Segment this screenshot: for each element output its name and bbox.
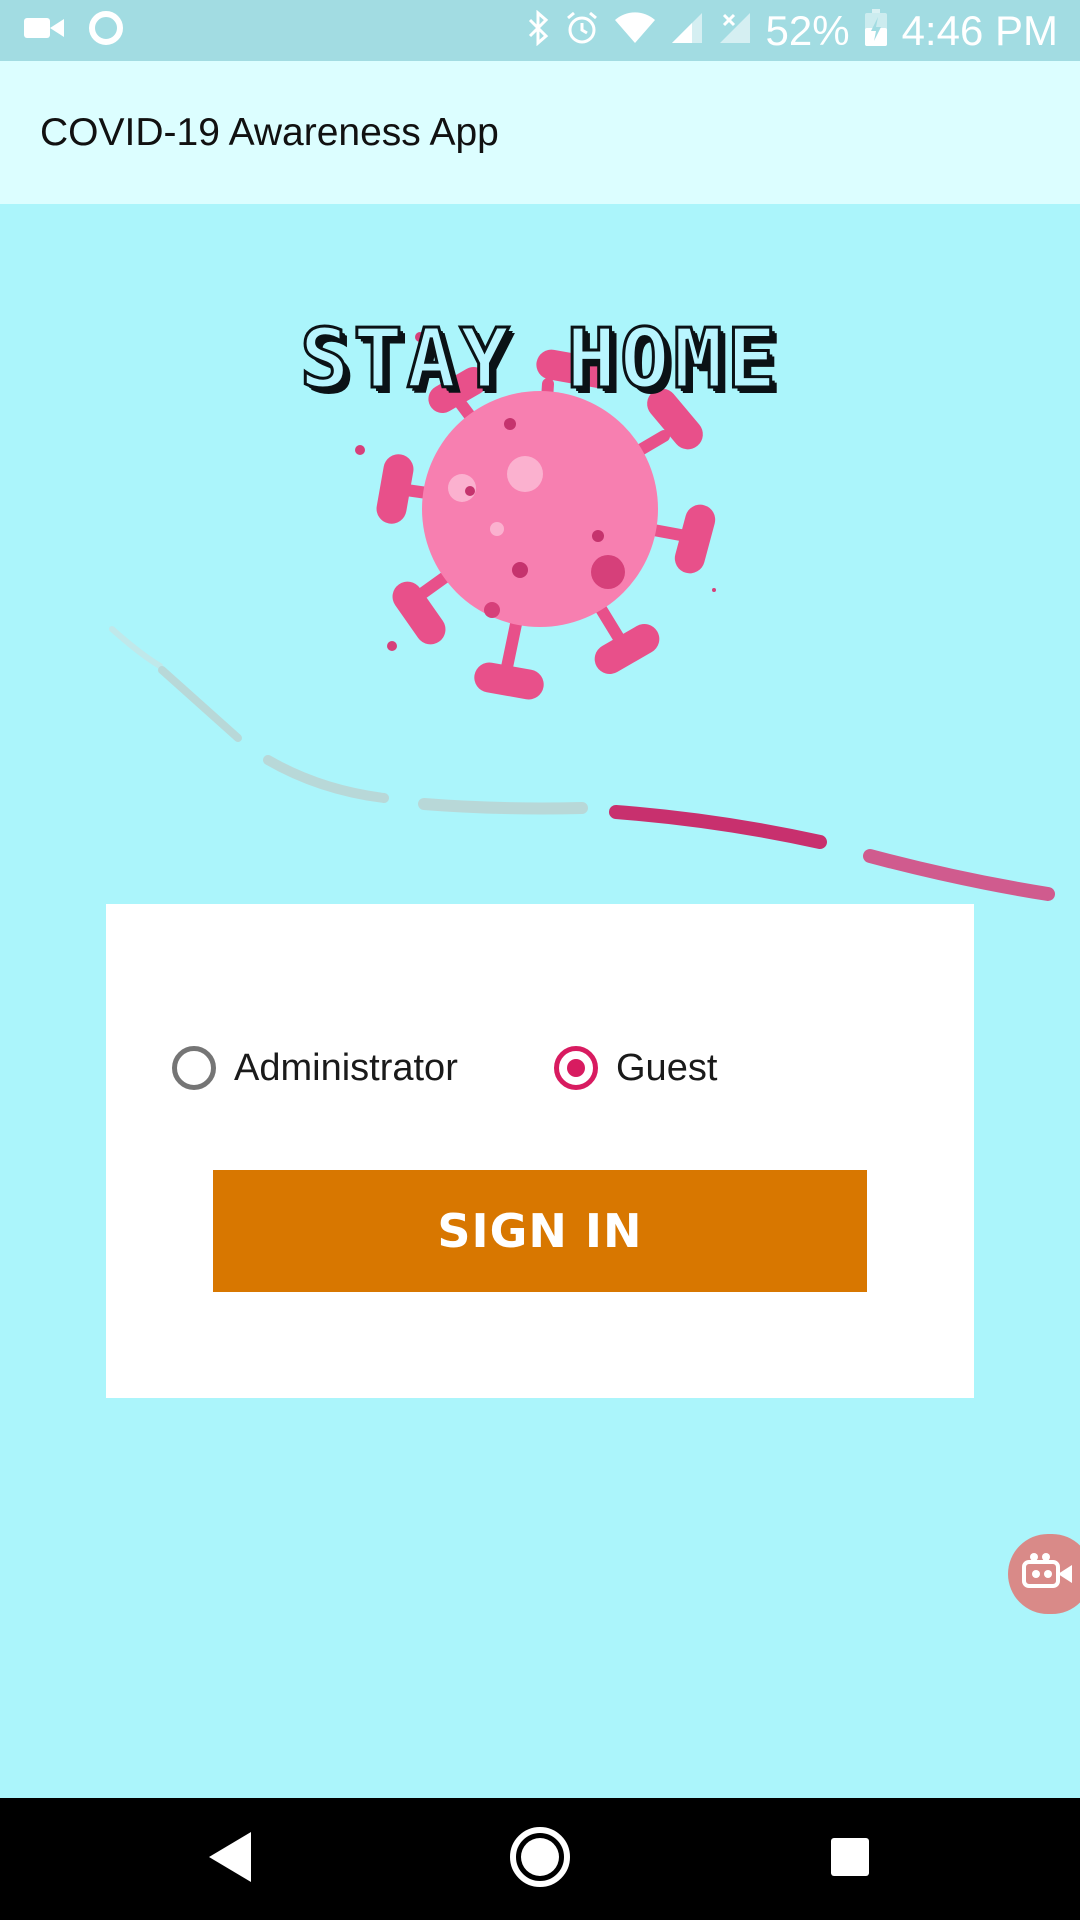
recents-icon	[828, 1835, 872, 1884]
video-camera-icon	[24, 14, 64, 47]
home-icon	[508, 1825, 572, 1894]
home-button[interactable]	[470, 1798, 610, 1920]
administrator-radio[interactable]: Administrator	[172, 1046, 458, 1090]
signal-no-sim-icon	[718, 11, 752, 50]
recents-button[interactable]	[780, 1798, 920, 1920]
screen-record-icon	[1022, 1552, 1074, 1597]
role-radio-group: Administrator Guest	[172, 1046, 912, 1106]
battery-icon	[864, 9, 888, 52]
back-icon	[205, 1830, 255, 1889]
wifi-icon	[614, 11, 656, 50]
signal-icon	[670, 11, 704, 50]
app-title: COVID-19 Awareness App	[40, 111, 499, 154]
circle-notification-icon	[88, 10, 124, 51]
navigation-bar	[0, 1798, 1080, 1920]
guest-radio-circle[interactable]	[554, 1046, 598, 1090]
guest-radio-label: Guest	[616, 1046, 718, 1089]
administrator-radio-circle[interactable]	[172, 1046, 216, 1090]
app-bar: COVID-19 Awareness App	[0, 61, 1080, 204]
clock: 4:46 PM	[901, 6, 1058, 54]
alarm-icon	[564, 10, 600, 51]
status-bar: 52% 4:46 PM	[0, 0, 1080, 61]
battery-percent: 52%	[765, 6, 850, 54]
hero-illustration: STAY HOME	[0, 204, 1080, 904]
stay-home-banner: STAY HOME	[298, 311, 781, 409]
bluetooth-icon	[526, 9, 550, 51]
administrator-radio-label: Administrator	[234, 1046, 458, 1089]
guest-radio[interactable]: Guest	[554, 1046, 717, 1090]
back-button[interactable]	[160, 1798, 300, 1920]
virus-illustration	[109, 332, 1055, 901]
sign-in-button[interactable]: SIGN IN	[213, 1170, 867, 1292]
login-card: Administrator Guest SIGN IN	[106, 904, 974, 1398]
screen-record-button[interactable]	[1008, 1534, 1080, 1614]
